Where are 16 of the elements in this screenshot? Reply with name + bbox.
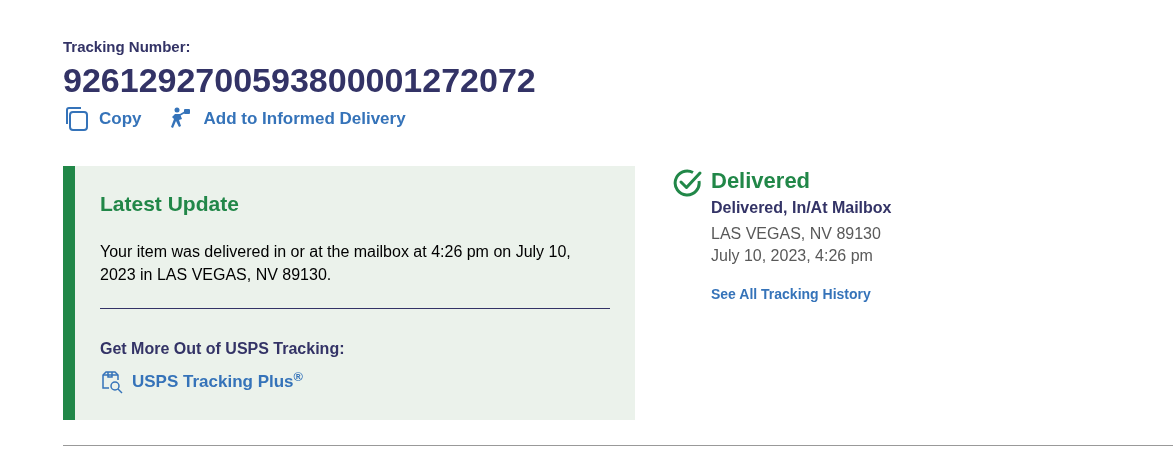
- tracking-number: 9261292700593800001272072: [63, 59, 537, 100]
- package-search-icon: [100, 369, 124, 394]
- copy-link[interactable]: Copy: [63, 105, 142, 132]
- tracking-history-link[interactable]: See All Tracking History: [711, 283, 892, 305]
- copy-icon: [63, 105, 89, 132]
- status-detail: Delivered, In/At Mailbox: [711, 197, 892, 218]
- tracking-number-label: Tracking Number:: [63, 37, 192, 57]
- status-datetime: July 10, 2023, 4:26 pm: [711, 245, 874, 266]
- latest-update-title: Latest Update: [100, 190, 240, 217]
- check-circle-icon: [673, 167, 703, 198]
- update-message: Your item was delivered in or at the mailbox at 4:26 pm on July 10, 2023 in LAS VEGAS, NV 89130.: [100, 242, 572, 285]
- more-heading: Get More Out of USPS Tracking:: [100, 339, 346, 359]
- informed-delivery-link[interactable]: Add to Informed Delivery: [167, 105, 406, 132]
- tracking-plus-link[interactable]: USPS Tracking Plus$^{®}$: [100, 369, 303, 395]
- status-location: LAS VEGAS, NV 89130: [711, 223, 882, 244]
- status-title: Delivered: [711, 167, 812, 194]
